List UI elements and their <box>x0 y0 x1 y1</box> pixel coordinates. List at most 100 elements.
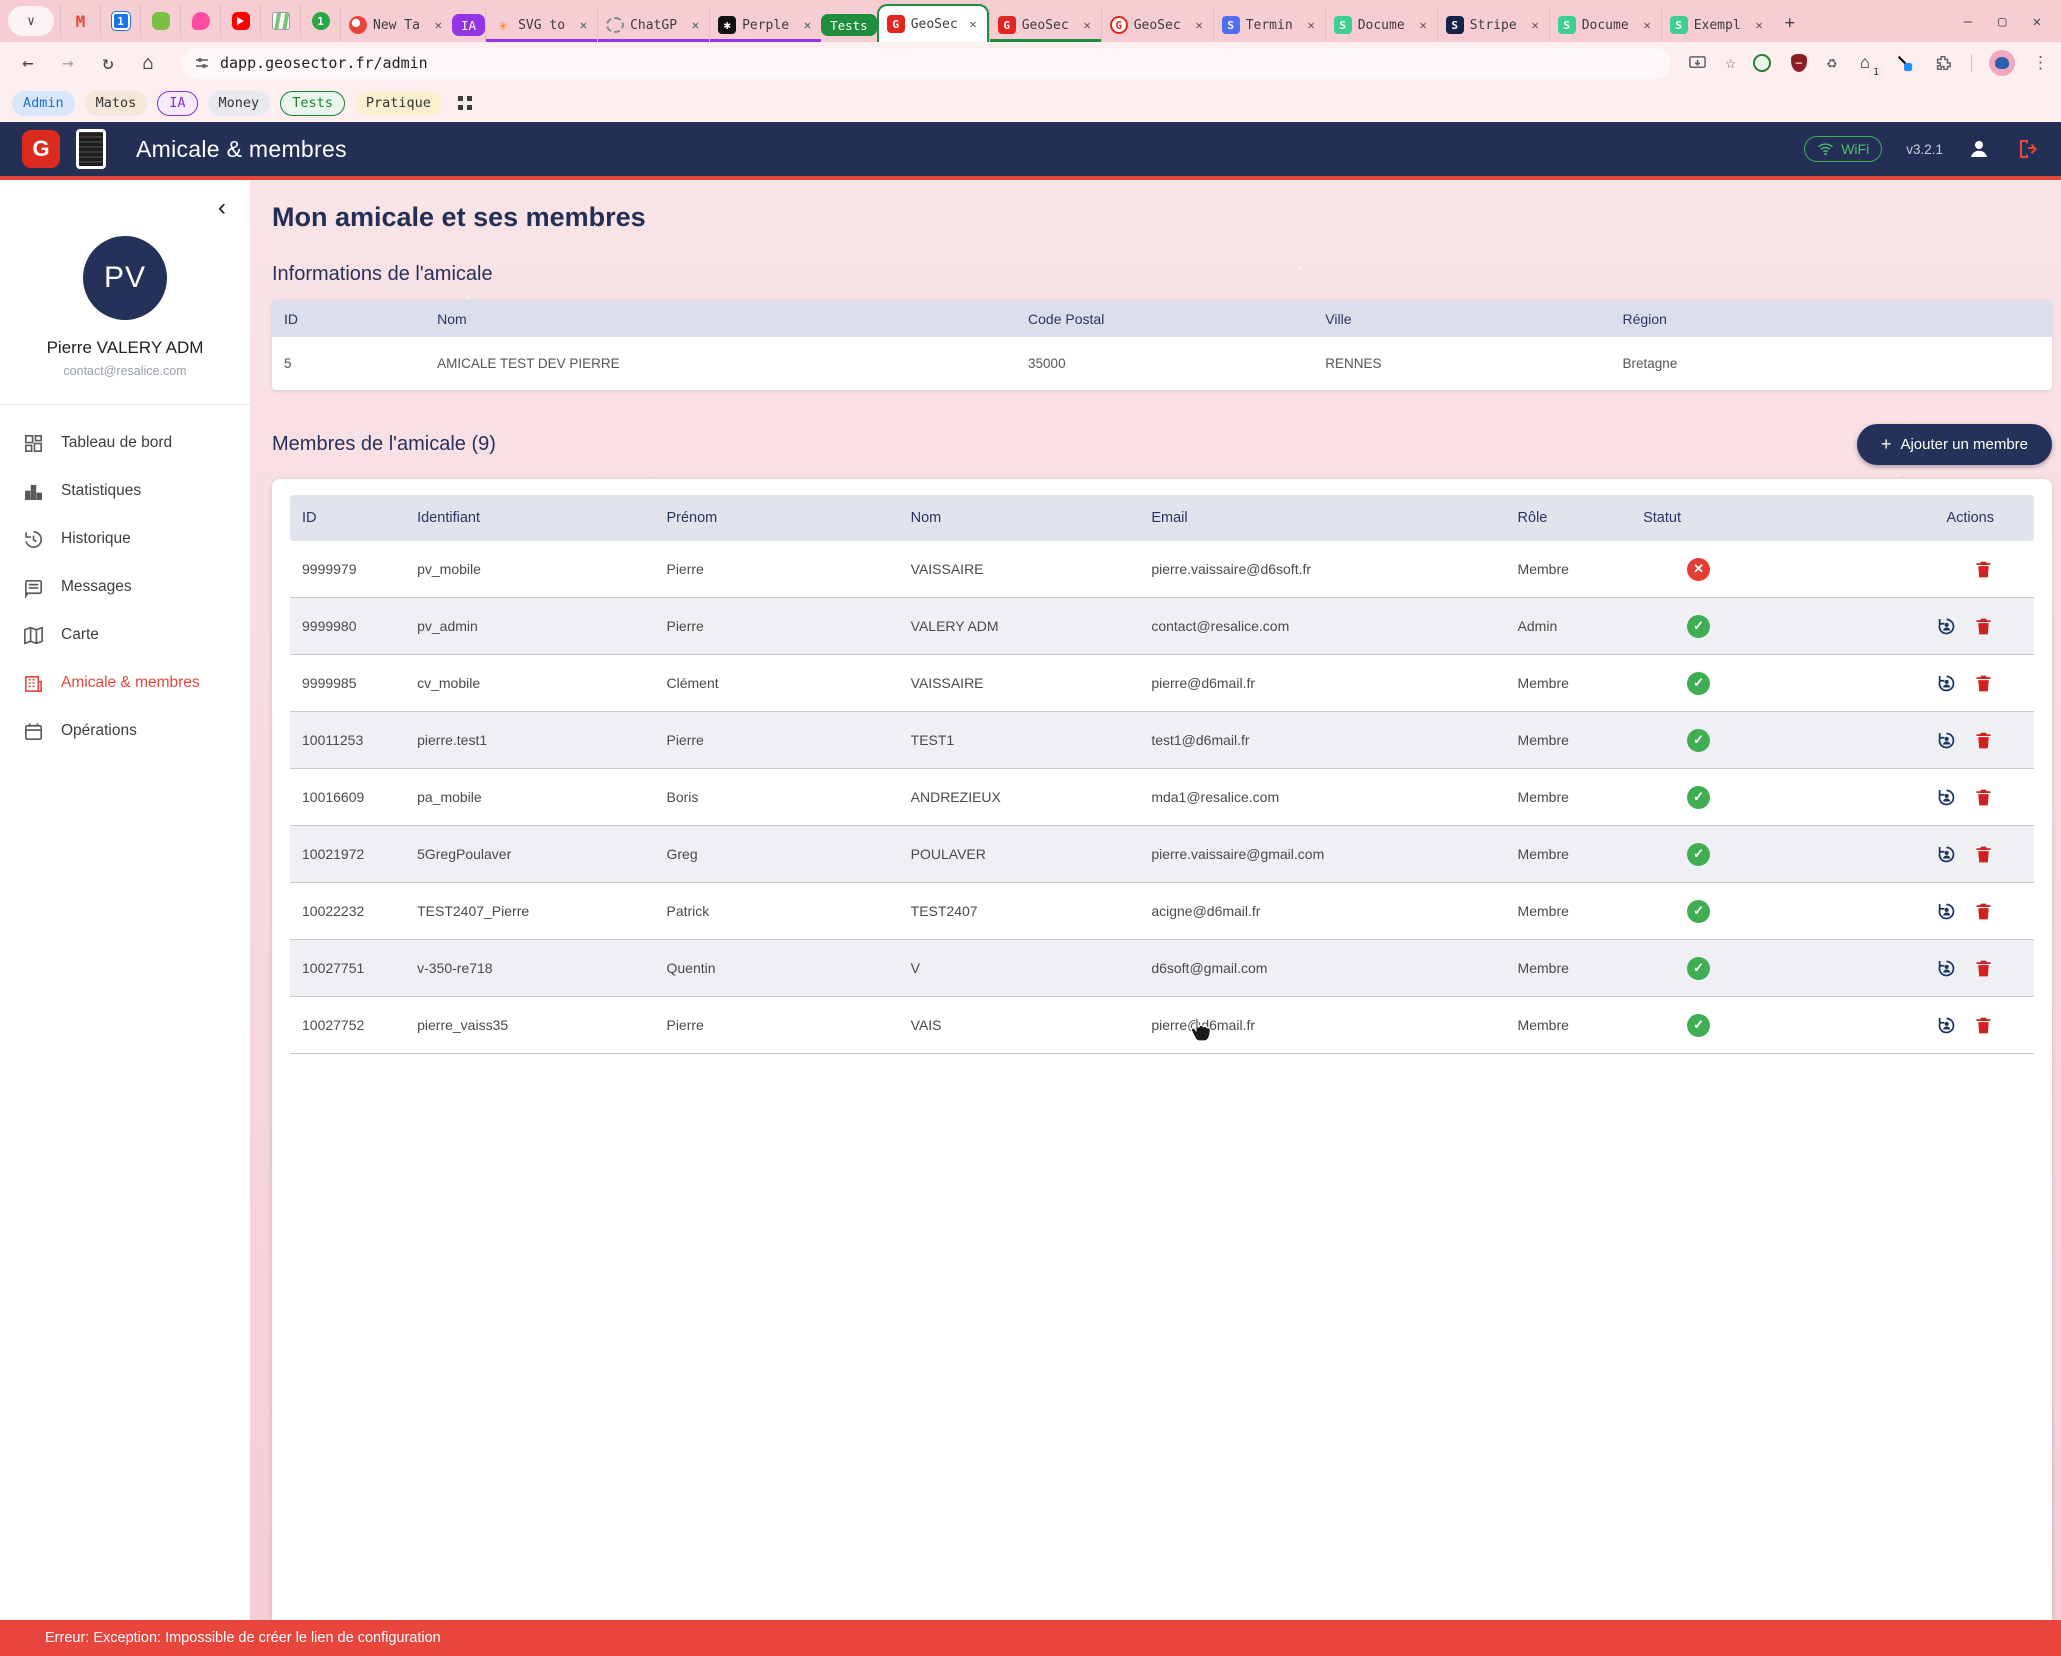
login-as-icon[interactable] <box>1936 958 1957 979</box>
apps-grid-icon[interactable] <box>458 96 472 110</box>
sidebar-item-history[interactable]: Historique <box>0 515 250 563</box>
login-as-icon[interactable] <box>1936 730 1957 751</box>
new-tab-button[interactable]: + <box>1773 6 1807 40</box>
tab-group-ia[interactable]: IA <box>452 14 485 36</box>
sidebar-item-operations[interactable]: Opérations <box>0 707 250 755</box>
tab-stripe[interactable]: S Stripe ✕ <box>1437 8 1549 42</box>
recycle-extension-icon[interactable]: ♻ <box>1827 53 1837 73</box>
login-as-icon[interactable] <box>1936 673 1957 694</box>
reload-button[interactable]: ↻ <box>92 47 124 79</box>
tab-search-button[interactable]: ∨ <box>8 6 54 36</box>
back-button[interactable]: ← <box>12 47 44 79</box>
tab-title: Exempl <box>1694 18 1748 33</box>
delete-icon[interactable] <box>1973 1015 1994 1036</box>
login-as-icon[interactable] <box>1936 787 1957 808</box>
bookmark-star-icon[interactable]: ☆ <box>1726 53 1736 73</box>
extensions-puzzle-icon[interactable] <box>1932 52 1954 74</box>
login-as-icon[interactable] <box>1936 901 1957 922</box>
tab-terminal[interactable]: S Termin ✕ <box>1213 8 1325 42</box>
tab-geosector-active[interactable]: G GeoSec ✕ <box>877 4 989 42</box>
bookmark-ia[interactable]: IA <box>157 91 197 116</box>
amicale-info-table: ID Nom Code Postal Ville Région 5 AMICAL… <box>272 300 2052 390</box>
tab-group-tests[interactable]: Tests <box>821 14 877 36</box>
member-id: 10027751 <box>290 960 405 976</box>
tab-svg-to[interactable]: ✳ SVG to ✕ <box>485 8 597 42</box>
install-app-icon[interactable] <box>1687 52 1709 74</box>
close-icon[interactable]: ✕ <box>1081 18 1092 32</box>
shield-extension-icon[interactable]: − <box>1788 52 1810 74</box>
pinned-tab-calendar[interactable]: 1 <box>100 4 140 38</box>
minimize-button[interactable]: – <box>1964 14 1972 30</box>
sidebar-nav: Tableau de bord Statistiques Historique … <box>0 405 250 755</box>
bookmark-matos[interactable]: Matos <box>85 91 148 116</box>
pinned-tab-green-app[interactable] <box>140 4 180 38</box>
pinned-tab-pink-app[interactable] <box>180 4 220 38</box>
delete-icon[interactable] <box>1973 559 1994 580</box>
delete-icon[interactable] <box>1973 673 1994 694</box>
login-as-icon[interactable] <box>1936 844 1957 865</box>
app-version: v3.2.1 <box>1906 142 1943 157</box>
address-bar[interactable]: dapp.geosector.fr/admin <box>180 48 1671 79</box>
logout-icon[interactable] <box>2015 137 2039 161</box>
tab-geosector-3[interactable]: G GeoSec ✕ <box>1101 8 1213 42</box>
member-actions <box>1823 673 2034 694</box>
member-status: ✓ ✕ <box>1631 729 1823 752</box>
delete-icon[interactable] <box>1973 958 1994 979</box>
tab-exemple[interactable]: S Exempl ✕ <box>1661 8 1773 42</box>
profile-avatar[interactable] <box>1989 50 2015 76</box>
tab-new-tab[interactable]: New Ta ✕ <box>340 8 452 42</box>
member-status: ✓ ✕ <box>1631 957 1823 980</box>
delete-icon[interactable] <box>1973 901 1994 922</box>
pen-extension-icon[interactable] <box>1893 52 1915 74</box>
user-icon[interactable] <box>1967 137 1991 161</box>
close-icon[interactable]: ✕ <box>578 18 589 32</box>
delete-icon[interactable] <box>1973 787 1994 808</box>
browser-menu-icon[interactable]: ⋮ <box>2032 53 2049 73</box>
sidebar-item-statistics[interactable]: Statistiques <box>0 467 250 515</box>
close-icon[interactable]: ✕ <box>1753 18 1764 32</box>
pinned-tab-gmail[interactable]: M <box>60 4 100 38</box>
close-icon[interactable]: ✕ <box>1529 18 1540 32</box>
sidebar-collapse-icon[interactable]: ‹ <box>218 196 226 220</box>
tab-geosector-2[interactable]: G GeoSec ✕ <box>989 8 1101 42</box>
maximize-button[interactable]: ▢ <box>1998 14 2006 30</box>
pinned-tab-maps[interactable] <box>260 4 300 38</box>
chatgpt-favicon <box>606 17 624 33</box>
bookmark-money[interactable]: Money <box>208 91 271 116</box>
login-as-icon[interactable] <box>1936 616 1957 637</box>
login-as-icon[interactable] <box>1936 1015 1957 1036</box>
bookmark-tests[interactable]: Tests <box>280 91 345 116</box>
sidebar-item-amicale[interactable]: Amicale & membres <box>0 659 250 707</box>
sidebar-item-map[interactable]: Carte <box>0 611 250 659</box>
sidebar-item-messages[interactable]: Messages <box>0 563 250 611</box>
member-nom: TEST2407 <box>899 903 1140 919</box>
home-extension-icon[interactable]: ⌂1 <box>1854 52 1876 74</box>
forward-button[interactable]: → <box>52 47 84 79</box>
home-button[interactable]: ⌂ <box>132 47 164 79</box>
close-icon[interactable]: ✕ <box>1193 18 1204 32</box>
pinned-tab-badge[interactable]: 1 <box>300 4 340 38</box>
bookmark-pratique[interactable]: Pratique <box>355 91 442 116</box>
close-icon[interactable]: ✕ <box>967 17 978 31</box>
delete-icon[interactable] <box>1973 616 1994 637</box>
pinned-tab-youtube[interactable] <box>220 4 260 38</box>
tab-chatgpt[interactable]: ChatGP ✕ <box>597 8 709 42</box>
add-member-button[interactable]: + Ajouter un membre <box>1857 424 2052 465</box>
close-icon[interactable]: ✕ <box>1641 18 1652 32</box>
delete-icon[interactable] <box>1973 730 1994 751</box>
sidebar-item-dashboard[interactable]: Tableau de bord <box>0 419 250 467</box>
close-icon[interactable]: ✕ <box>433 18 444 32</box>
tab-docs-2[interactable]: S Docume ✕ <box>1549 8 1661 42</box>
url-text[interactable]: dapp.geosector.fr/admin <box>220 54 428 72</box>
close-icon[interactable]: ✕ <box>690 18 701 32</box>
window-close-button[interactable]: ✕ <box>2033 14 2041 30</box>
site-settings-icon[interactable] <box>194 55 210 71</box>
close-icon[interactable]: ✕ <box>1305 18 1316 32</box>
close-icon[interactable]: ✕ <box>1417 18 1428 32</box>
tab-perplexity[interactable]: ✱ Perple ✕ <box>709 8 821 42</box>
bookmark-admin[interactable]: Admin <box>12 91 75 116</box>
green-extension-icon[interactable] <box>1753 54 1771 72</box>
tab-docs-1[interactable]: S Docume ✕ <box>1325 8 1437 42</box>
close-icon[interactable]: ✕ <box>802 18 813 32</box>
delete-icon[interactable] <box>1973 844 1994 865</box>
